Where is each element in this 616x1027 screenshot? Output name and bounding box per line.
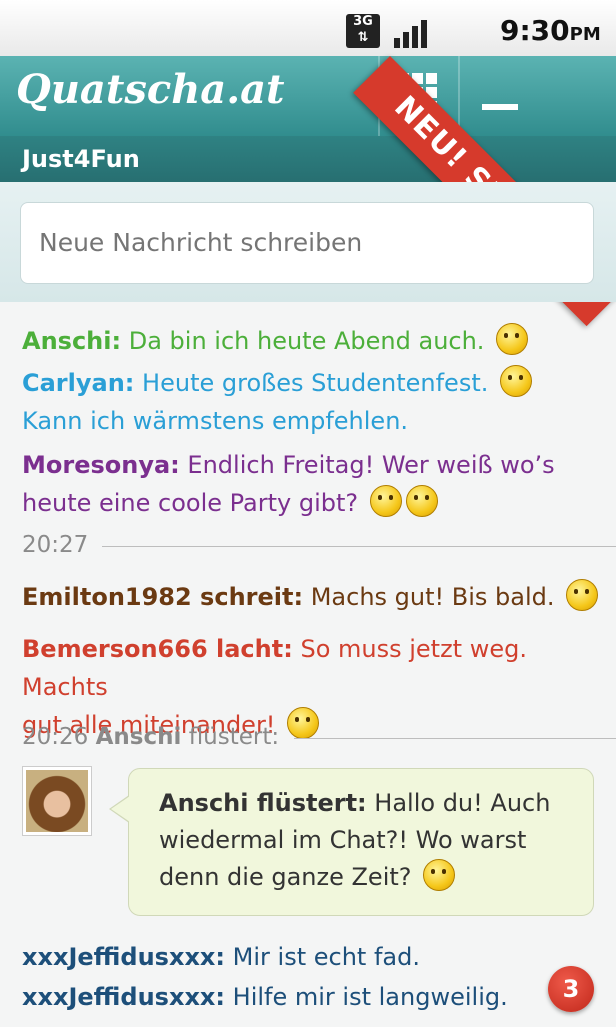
party-smiley-icon (496, 323, 529, 355)
app-logo: Quatscha.at (16, 66, 285, 113)
compose-area (0, 182, 616, 302)
chat-message: Emilton1982 schreit: Machs gut! Bis bald… (22, 578, 599, 616)
notification-badge[interactable]: 3 (548, 966, 594, 1012)
status-bar: 3G ⇅ 9:30PM (0, 0, 616, 56)
grin-smiley-icon (500, 365, 532, 397)
signal-strength-icon (394, 20, 427, 48)
whisper-bubble: Anschi flüstert: Hallo du! Auch wiederma… (109, 768, 594, 916)
channel-bar: Just4Fun (0, 136, 616, 182)
channel-name: Just4Fun (22, 145, 140, 173)
avatar[interactable] (22, 766, 92, 836)
crying-smiley-icon (566, 579, 599, 611)
chat-message: xxxJeffidusxxx: Hilfe mir ist langweilig… (22, 983, 508, 1011)
surprised-smiley-icon (405, 485, 438, 517)
chat-message: Carlyan: Heute großes Studentenfest. Kan… (22, 364, 532, 440)
timestamp-divider: 20:26 Anschi flüstert: (22, 724, 616, 750)
timestamp-divider: 20:27 (22, 532, 616, 558)
chat-message: Anschi: Da bin ich heute Abend auch. (22, 322, 529, 360)
menu-button[interactable] (460, 56, 616, 136)
shocked-smiley-icon (423, 859, 456, 891)
clock: 9:30PM (500, 14, 601, 47)
chat-message: Moresonya: Endlich Freitag! Wer weiß wo’… (22, 451, 555, 517)
cool-smiley-icon (369, 485, 402, 517)
chat-message: xxxJeffidusxxx: Mir ist echt fad. (22, 943, 420, 971)
network-3g-icon: 3G ⇅ (346, 14, 380, 48)
message-input[interactable] (20, 202, 594, 284)
app-header: Quatscha.at (0, 56, 616, 136)
